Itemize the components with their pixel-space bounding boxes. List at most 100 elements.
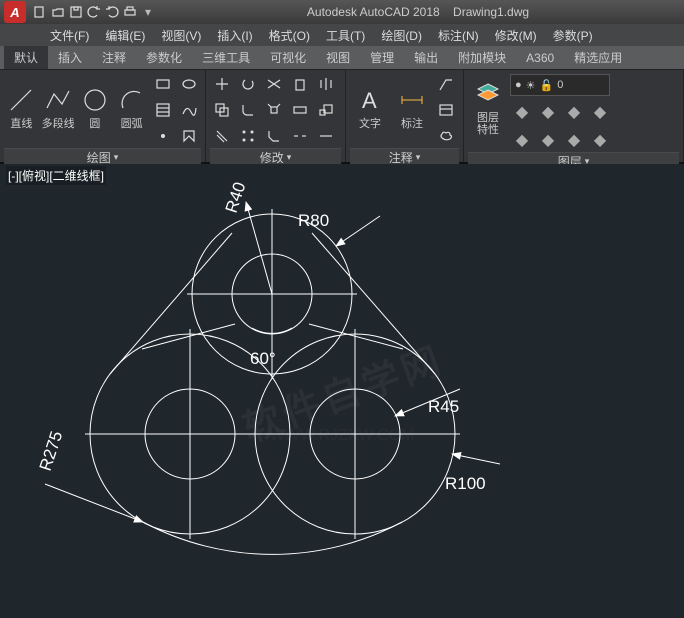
current-layer-name: 0 [557, 79, 563, 91]
rectangle-icon[interactable] [151, 72, 175, 96]
explode-icon[interactable] [262, 98, 286, 122]
point-icon[interactable] [151, 124, 175, 148]
arc-icon [118, 86, 146, 114]
move-icon[interactable] [210, 72, 234, 96]
tab-3dtools[interactable]: 三维工具 [192, 46, 260, 69]
menubar: 文件(F) 编辑(E) 视图(V) 插入(I) 格式(O) 工具(T) 绘图(D… [0, 24, 684, 46]
draw-flyout [151, 72, 201, 148]
tab-parametric[interactable]: 参数化 [136, 46, 192, 69]
layer-iso-icon[interactable]: ◆ [588, 100, 612, 124]
region-icon[interactable] [177, 124, 201, 148]
dim-r45: R45 [428, 397, 459, 416]
polyline-icon [44, 86, 72, 114]
menu-file[interactable]: 文件(F) [42, 27, 97, 44]
dim-r275: R275 [36, 429, 67, 474]
stretch-icon[interactable] [288, 98, 312, 122]
ribbon-tabs: 默认 插入 注释 参数化 三维工具 可视化 视图 管理 输出 附加模块 A360… [0, 46, 684, 70]
qat-dropdown-icon[interactable]: ▾ [140, 4, 156, 20]
line-icon [7, 86, 35, 114]
leader-icon[interactable] [434, 72, 458, 96]
dimension-icon [398, 86, 426, 114]
array-icon[interactable] [236, 124, 260, 148]
menu-edit[interactable]: 编辑(E) [97, 27, 153, 44]
titlebar: A ▾ Autodesk AutoCAD 2018 Drawing1.dwg [0, 0, 684, 24]
mirror-icon[interactable] [314, 72, 338, 96]
tab-addins[interactable]: 附加模块 [448, 46, 516, 69]
layer-unlock-icon[interactable]: ◆ [588, 128, 612, 152]
dim-r40: R40 [222, 180, 250, 216]
cad-drawing: R40 R80 60° R45 R100 R275 [0, 164, 684, 618]
cloud-icon[interactable] [434, 124, 458, 148]
dim-r80: R80 [298, 211, 329, 230]
circle-button[interactable]: 圆 [78, 72, 113, 144]
dimension-button[interactable]: 标注 [392, 72, 432, 144]
menu-format[interactable]: 格式(O) [261, 27, 318, 44]
hatch-icon[interactable] [151, 98, 175, 122]
qat-save-icon[interactable] [68, 4, 84, 20]
scale-icon[interactable] [314, 98, 338, 122]
ellipse-icon[interactable] [177, 72, 201, 96]
window-title: Autodesk AutoCAD 2018 Drawing1.dwg [156, 5, 680, 19]
line-button[interactable]: 直线 [4, 72, 39, 144]
trim-icon[interactable] [262, 72, 286, 96]
chevron-down-icon: ▾ [416, 152, 421, 163]
polyline-button[interactable]: 多段线 [41, 72, 76, 144]
tab-output[interactable]: 输出 [404, 46, 448, 69]
spline-icon[interactable] [177, 98, 201, 122]
tab-annotate[interactable]: 注释 [92, 46, 136, 69]
arc-button[interactable]: 圆弧 [114, 72, 149, 144]
tab-default[interactable]: 默认 [4, 46, 48, 69]
copy-icon[interactable] [210, 98, 234, 122]
menu-view[interactable]: 视图(V) [153, 27, 209, 44]
layer-off-icon[interactable]: ◆ [510, 128, 534, 152]
table-icon[interactable] [434, 98, 458, 122]
layer-make-current-icon[interactable]: ◆ [510, 100, 534, 124]
qat-print-icon[interactable] [122, 4, 138, 20]
layer-lock2-icon[interactable]: ◆ [536, 128, 560, 152]
chevron-down-icon: ▾ [287, 152, 292, 163]
qat-open-icon[interactable] [50, 4, 66, 20]
layers-icon [474, 80, 502, 108]
lightbulb-icon: ● [515, 79, 522, 91]
join-icon[interactable] [314, 124, 338, 148]
sun-icon: ☀ [526, 79, 536, 92]
break-icon[interactable] [288, 124, 312, 148]
layer-match-icon[interactable]: ◆ [536, 100, 560, 124]
menu-modify[interactable]: 修改(M) [487, 27, 545, 44]
erase-icon[interactable] [288, 72, 312, 96]
chevron-down-icon: ▾ [114, 152, 119, 163]
tab-manage[interactable]: 管理 [360, 46, 404, 69]
tab-apps[interactable]: 精选应用 [564, 46, 632, 69]
chamfer-icon[interactable] [262, 124, 286, 148]
layer-properties-button[interactable]: 图层 特性 [468, 72, 508, 144]
menu-parametric[interactable]: 参数(P) [545, 27, 601, 44]
rotate-icon[interactable] [236, 72, 260, 96]
tab-insert[interactable]: 插入 [48, 46, 92, 69]
dim-angle: 60° [250, 349, 276, 368]
menu-draw[interactable]: 绘图(D) [373, 27, 430, 44]
text-button[interactable]: A 文字 [350, 72, 390, 144]
layer-properties-label: 图层 特性 [477, 112, 499, 136]
drawing-area[interactable]: [-][俯视][二维线框] 软件自学网 WWW.RJZXW.COM R [0, 164, 684, 618]
tab-visualize[interactable]: 可视化 [260, 46, 316, 69]
qat-redo-icon[interactable] [104, 4, 120, 20]
app-name: Autodesk AutoCAD 2018 [307, 5, 440, 19]
app-logo[interactable]: A [4, 1, 26, 23]
layer-freeze-icon[interactable]: ◆ [562, 100, 586, 124]
qat-new-icon[interactable] [32, 4, 48, 20]
svg-text:A: A [362, 88, 377, 113]
panel-layers: 图层 特性 ● ☀ 🔓 0 ◆ ◆ ◆ ◆ ◆ ◆ ◆ [464, 70, 684, 162]
layer-selector[interactable]: ● ☀ 🔓 0 [510, 74, 610, 96]
tab-a360[interactable]: A360 [516, 48, 564, 68]
tab-view[interactable]: 视图 [316, 46, 360, 69]
fillet-icon[interactable] [236, 98, 260, 122]
offset-icon[interactable] [210, 124, 234, 148]
circle-icon [81, 86, 109, 114]
panel-modify: 修改▾ [206, 70, 346, 162]
qat-undo-icon[interactable] [86, 4, 102, 20]
menu-insert[interactable]: 插入(I) [209, 27, 260, 44]
layer-thaw-icon[interactable]: ◆ [562, 128, 586, 152]
menu-tools[interactable]: 工具(T) [318, 27, 373, 44]
panel-draw: 直线 多段线 圆 圆弧 绘图▾ [0, 70, 206, 162]
menu-dimension[interactable]: 标注(N) [430, 27, 487, 44]
